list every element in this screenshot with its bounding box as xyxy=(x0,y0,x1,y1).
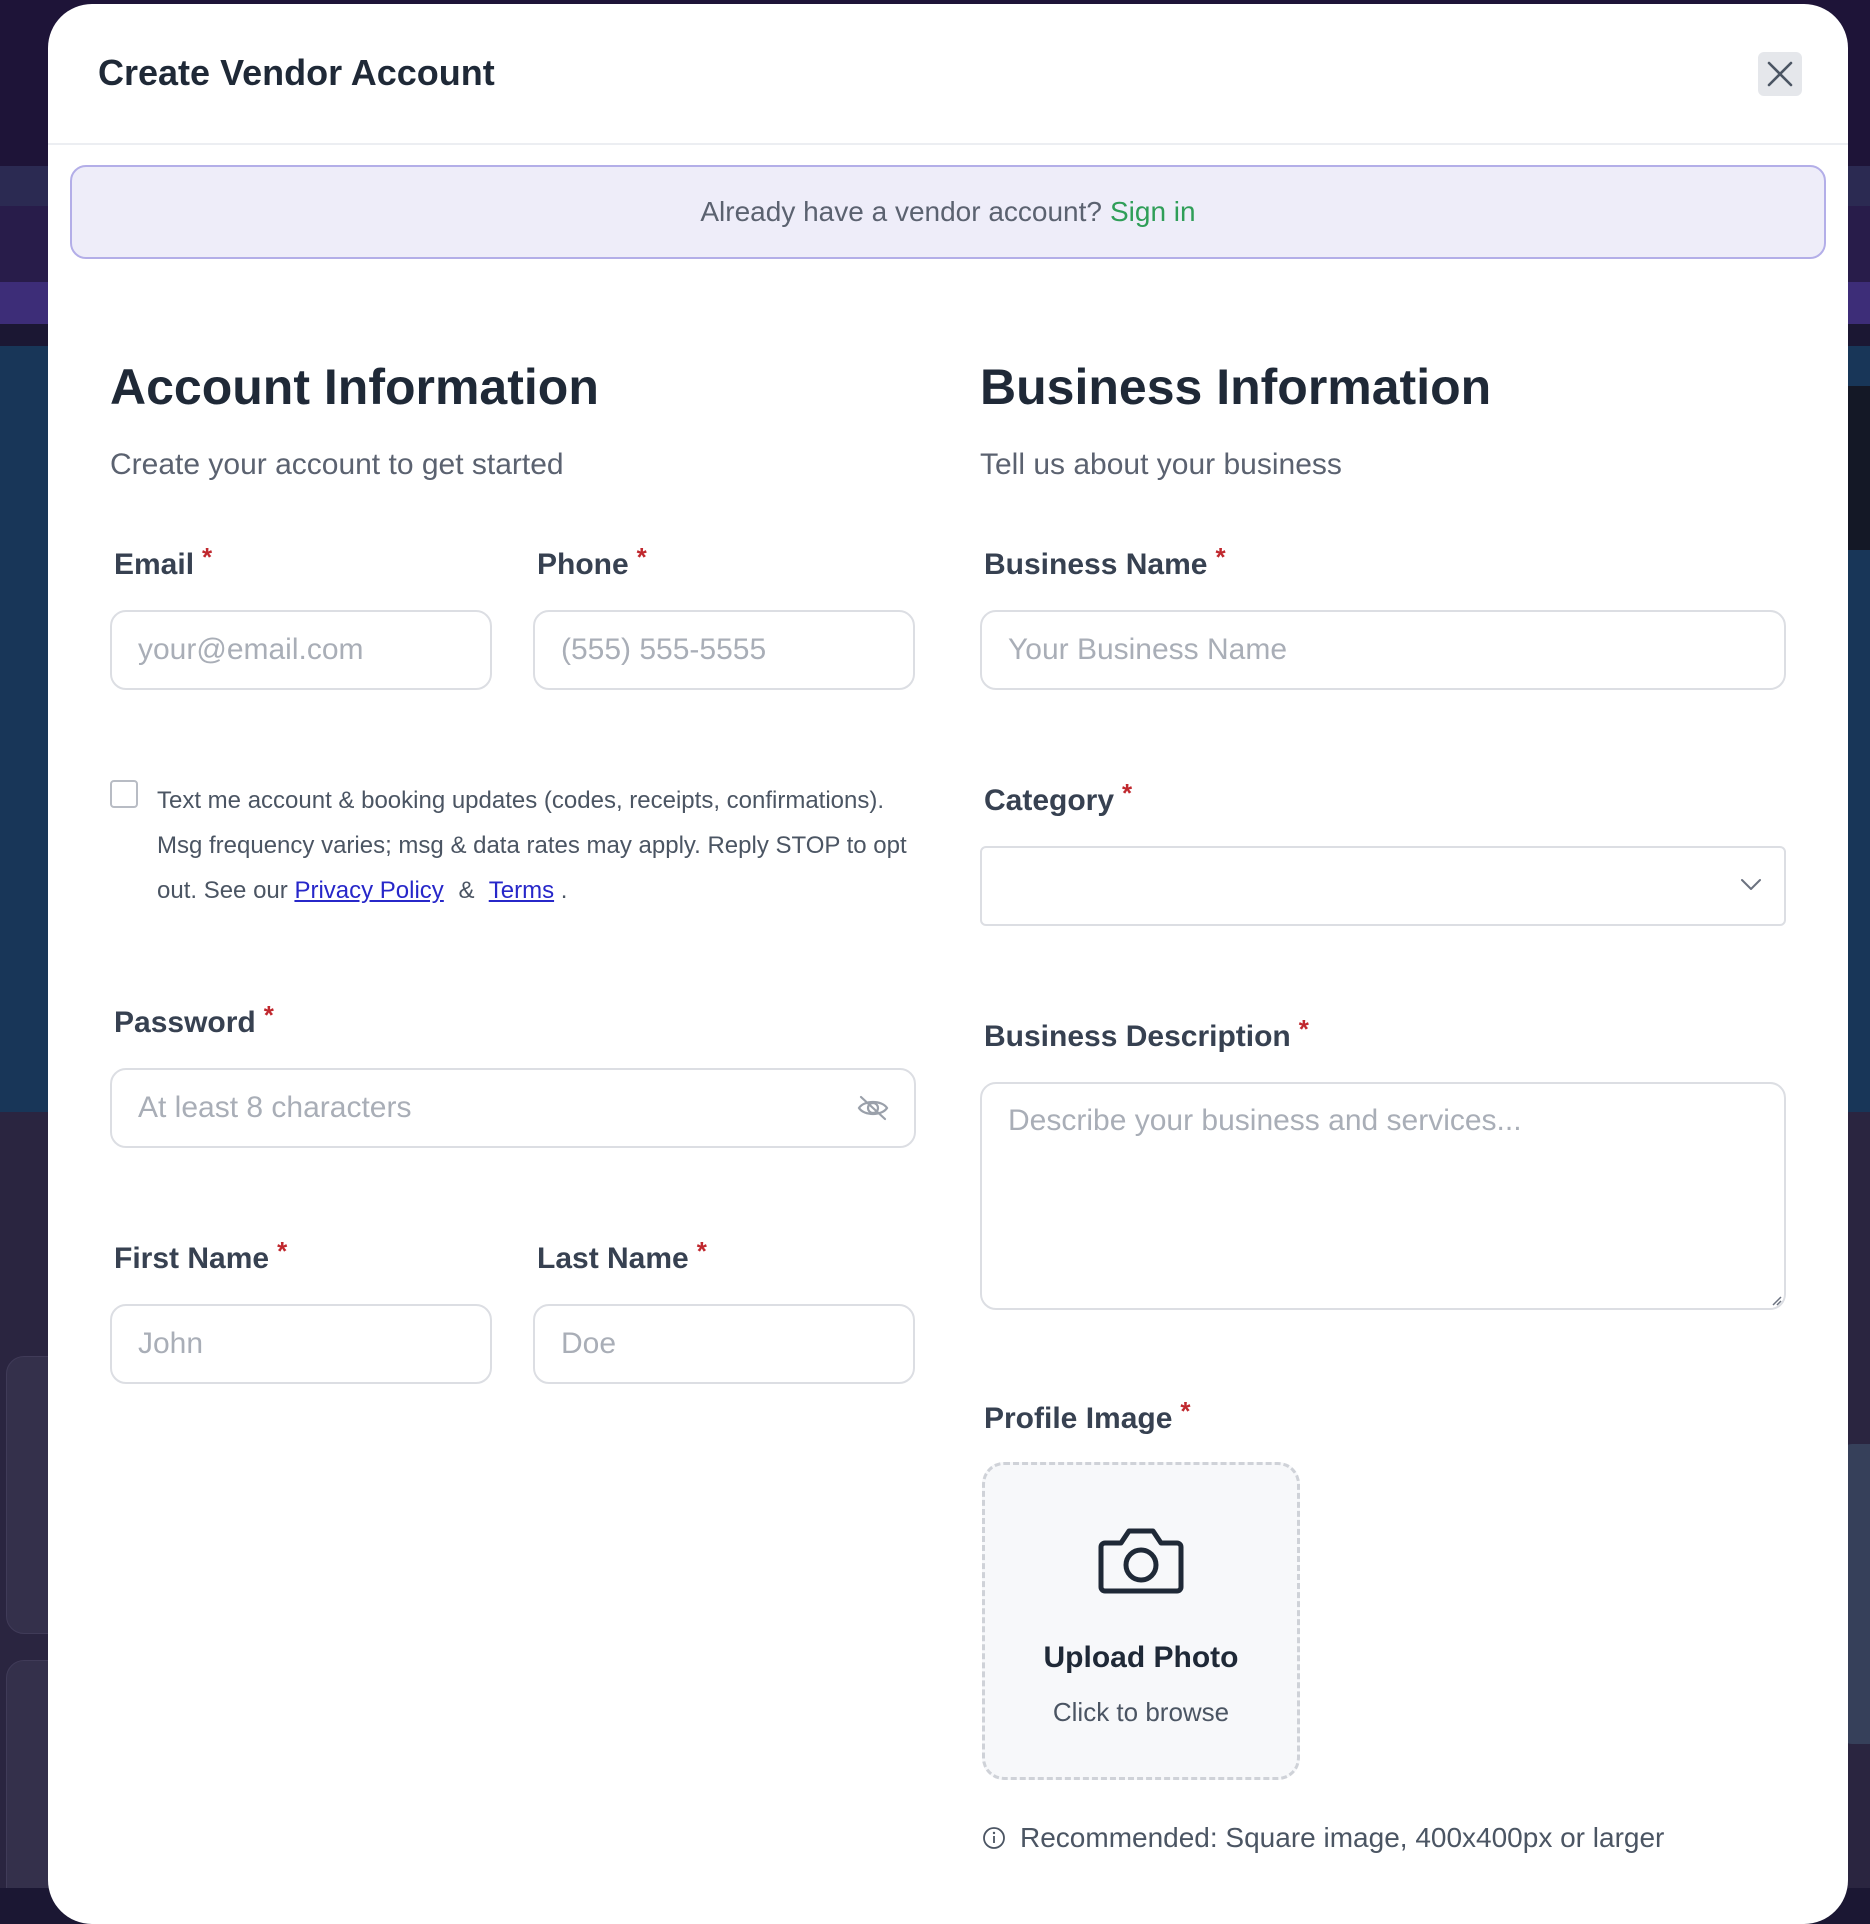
business-name-field[interactable] xyxy=(980,610,1786,690)
email-field[interactable] xyxy=(110,610,492,690)
category-select[interactable] xyxy=(980,846,1786,926)
password-visibility-toggle[interactable] xyxy=(856,1094,890,1122)
business-section-title: Business Information xyxy=(980,359,1492,415)
privacy-policy-link[interactable]: Privacy Policy xyxy=(294,877,443,904)
required-marker: * xyxy=(277,1236,288,1266)
required-marker: * xyxy=(202,542,213,572)
chevron-down-icon xyxy=(1741,879,1761,890)
email-label: Email * xyxy=(114,542,213,581)
sms-consent-checkbox[interactable] xyxy=(110,780,138,808)
business-description-label: Business Description * xyxy=(984,1014,1309,1053)
phone-field[interactable] xyxy=(533,610,915,690)
profile-image-hint: Recommended: Square image, 400x400px or … xyxy=(982,1822,1664,1854)
account-section-subtitle: Create your account to get started xyxy=(110,448,564,481)
business-name-label: Business Name * xyxy=(984,542,1226,581)
category-label: Category * xyxy=(984,778,1133,817)
business-section-subtitle: Tell us about your business xyxy=(980,448,1342,481)
required-marker: * xyxy=(1215,542,1226,572)
profile-image-label: Profile Image * xyxy=(984,1396,1191,1435)
first-name-field[interactable] xyxy=(110,1304,492,1384)
upload-photo-title: Upload Photo xyxy=(1043,1641,1239,1674)
last-name-field[interactable] xyxy=(533,1304,915,1384)
resize-handle-icon[interactable] xyxy=(1770,1294,1782,1306)
required-marker: * xyxy=(1180,1396,1191,1426)
close-icon xyxy=(1767,61,1793,87)
required-marker: * xyxy=(696,1236,707,1266)
account-section-title: Account Information xyxy=(110,359,599,415)
signin-banner: Already have a vendor account? Sign in xyxy=(70,165,1826,259)
eye-off-icon xyxy=(857,1095,889,1121)
phone-label: Phone * xyxy=(537,542,647,581)
modal-title: Create Vendor Account xyxy=(98,52,495,93)
terms-link[interactable]: Terms xyxy=(489,877,554,904)
sms-consent-text: Text me account & booking updates (codes… xyxy=(157,787,907,904)
signin-link[interactable]: Sign in xyxy=(1110,196,1196,228)
profile-image-upload[interactable]: Upload Photo Click to browse xyxy=(982,1462,1300,1780)
camera-icon xyxy=(1098,1528,1184,1594)
first-name-label: First Name * xyxy=(114,1236,288,1275)
signin-prompt: Already have a vendor account? xyxy=(700,196,1102,227)
modal-header: Create Vendor Account xyxy=(48,4,1848,145)
upload-photo-subtitle: Click to browse xyxy=(1052,1697,1230,1727)
business-description-field[interactable] xyxy=(980,1082,1786,1310)
info-icon xyxy=(983,1827,1005,1849)
last-name-label: Last Name * xyxy=(537,1236,707,1275)
create-vendor-modal: Create Vendor Account Already have a ven… xyxy=(48,4,1848,1924)
required-marker: * xyxy=(1298,1014,1309,1044)
password-label: Password * xyxy=(114,1000,274,1039)
required-marker: * xyxy=(263,1000,274,1030)
required-marker: * xyxy=(636,542,647,572)
password-field[interactable] xyxy=(110,1068,916,1148)
close-button[interactable] xyxy=(1758,52,1802,96)
required-marker: * xyxy=(1122,778,1133,808)
